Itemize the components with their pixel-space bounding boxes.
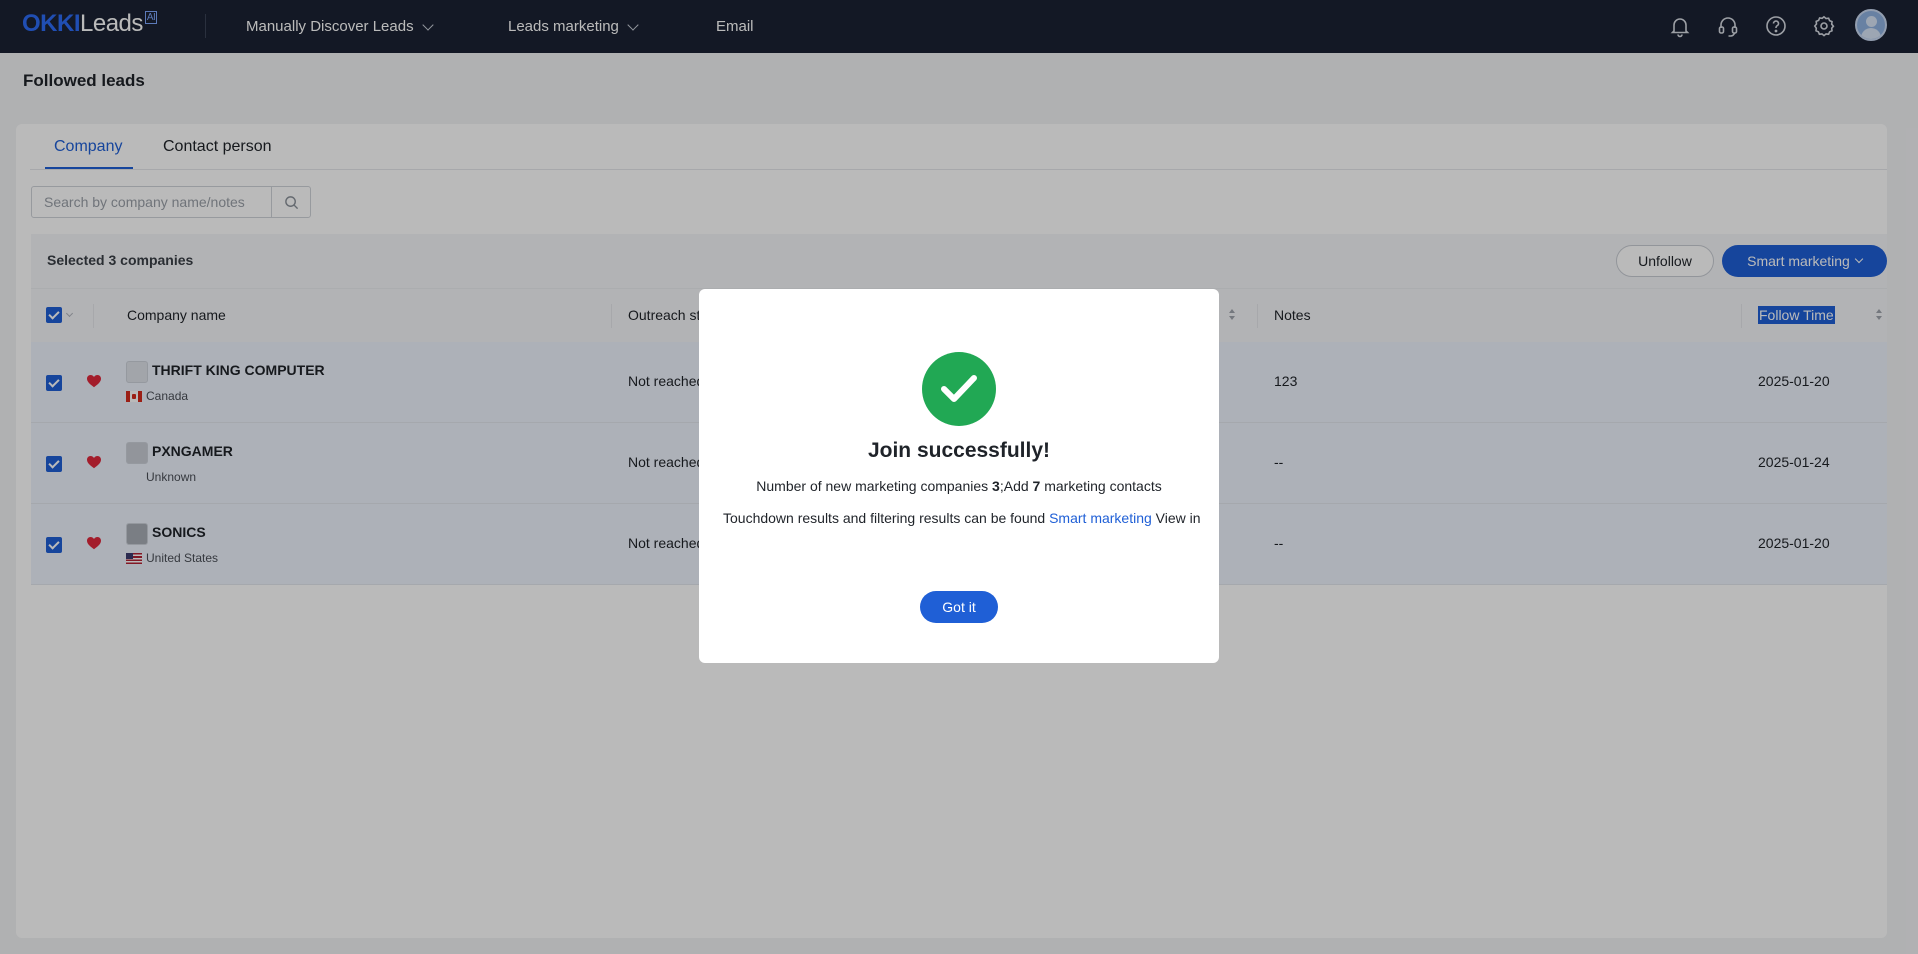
hint-prefix: Touchdown results and filtering results … — [723, 510, 1050, 526]
dialog-hint: Touchdown results and filtering results … — [723, 506, 1203, 531]
success-check-icon — [922, 352, 996, 426]
dialog-summary: Number of new marketing companies 3;Add … — [699, 478, 1219, 494]
got-it-button[interactable]: Got it — [920, 591, 998, 623]
dialog-title: Join successfully! — [867, 439, 1051, 462]
companies-count: 3 — [992, 478, 1000, 494]
smart-marketing-link[interactable]: Smart marketing — [1049, 510, 1152, 526]
hint-suffix: View in — [1151, 510, 1201, 526]
summary-prefix: Number of new marketing companies — [756, 478, 993, 494]
summary-mid: ;Add — [999, 478, 1033, 494]
success-dialog: Join successfully! Number of new marketi… — [699, 289, 1219, 663]
summary-suffix: marketing contacts — [1040, 478, 1162, 494]
